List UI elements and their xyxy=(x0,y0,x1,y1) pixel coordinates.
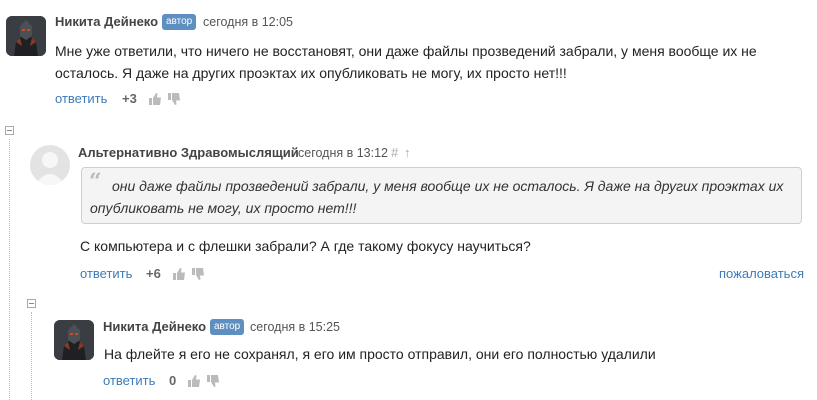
thread-line xyxy=(9,139,10,400)
thumb-up-icon[interactable] xyxy=(148,92,162,106)
thumb-down-icon[interactable] xyxy=(167,92,181,106)
thread-line xyxy=(31,312,32,400)
comment-author[interactable]: Альтернативно Здравомыслящий xyxy=(78,145,299,160)
reply-link[interactable]: ответить xyxy=(80,266,132,281)
comment-text: С компьютера и с флешки забрали? А где т… xyxy=(80,238,531,254)
reply-link[interactable]: ответить xyxy=(103,373,155,388)
comment-time[interactable]: сегодня в 12:05 xyxy=(203,15,293,29)
comment-author[interactable]: Никита Дейнеко xyxy=(55,14,158,29)
collapse-thread-toggle[interactable] xyxy=(5,126,14,135)
author-badge: автор xyxy=(162,14,197,30)
avatar[interactable] xyxy=(6,16,46,56)
default-avatar-icon xyxy=(35,152,65,185)
thumb-up-icon[interactable] xyxy=(172,267,186,281)
vote-score: +6 xyxy=(146,266,161,281)
thumb-down-icon[interactable] xyxy=(191,267,205,281)
comment-text: Мне уже ответили, что ничего не восстано… xyxy=(55,43,757,81)
avatar[interactable] xyxy=(54,320,94,360)
report-link[interactable]: пожаловаться xyxy=(719,266,804,281)
avatar[interactable] xyxy=(30,145,70,185)
thumb-down-icon[interactable] xyxy=(206,374,220,388)
comment-author[interactable]: Никита Дейнеко xyxy=(103,319,206,334)
vote-score: +3 xyxy=(122,91,137,106)
author-badge: автор xyxy=(210,319,245,335)
comment-time[interactable]: сегодня в 13:12 xyxy=(298,146,388,160)
reply-link[interactable]: ответить xyxy=(55,91,107,106)
vote-score: 0 xyxy=(169,373,177,388)
comment-text: На флейте я его не сохранял, я его им пр… xyxy=(104,346,656,362)
avatar-image xyxy=(54,320,94,360)
parent-link-icon[interactable]: ↑ xyxy=(404,145,411,160)
comment-time[interactable]: сегодня в 15:25 xyxy=(250,320,340,334)
quote-text: они даже файлы прозведений забрали, у ме… xyxy=(90,178,784,216)
thumb-up-icon[interactable] xyxy=(187,374,201,388)
permalink-icon[interactable]: # xyxy=(391,145,398,160)
avatar-image xyxy=(6,16,46,56)
collapse-thread-toggle[interactable] xyxy=(27,299,36,308)
